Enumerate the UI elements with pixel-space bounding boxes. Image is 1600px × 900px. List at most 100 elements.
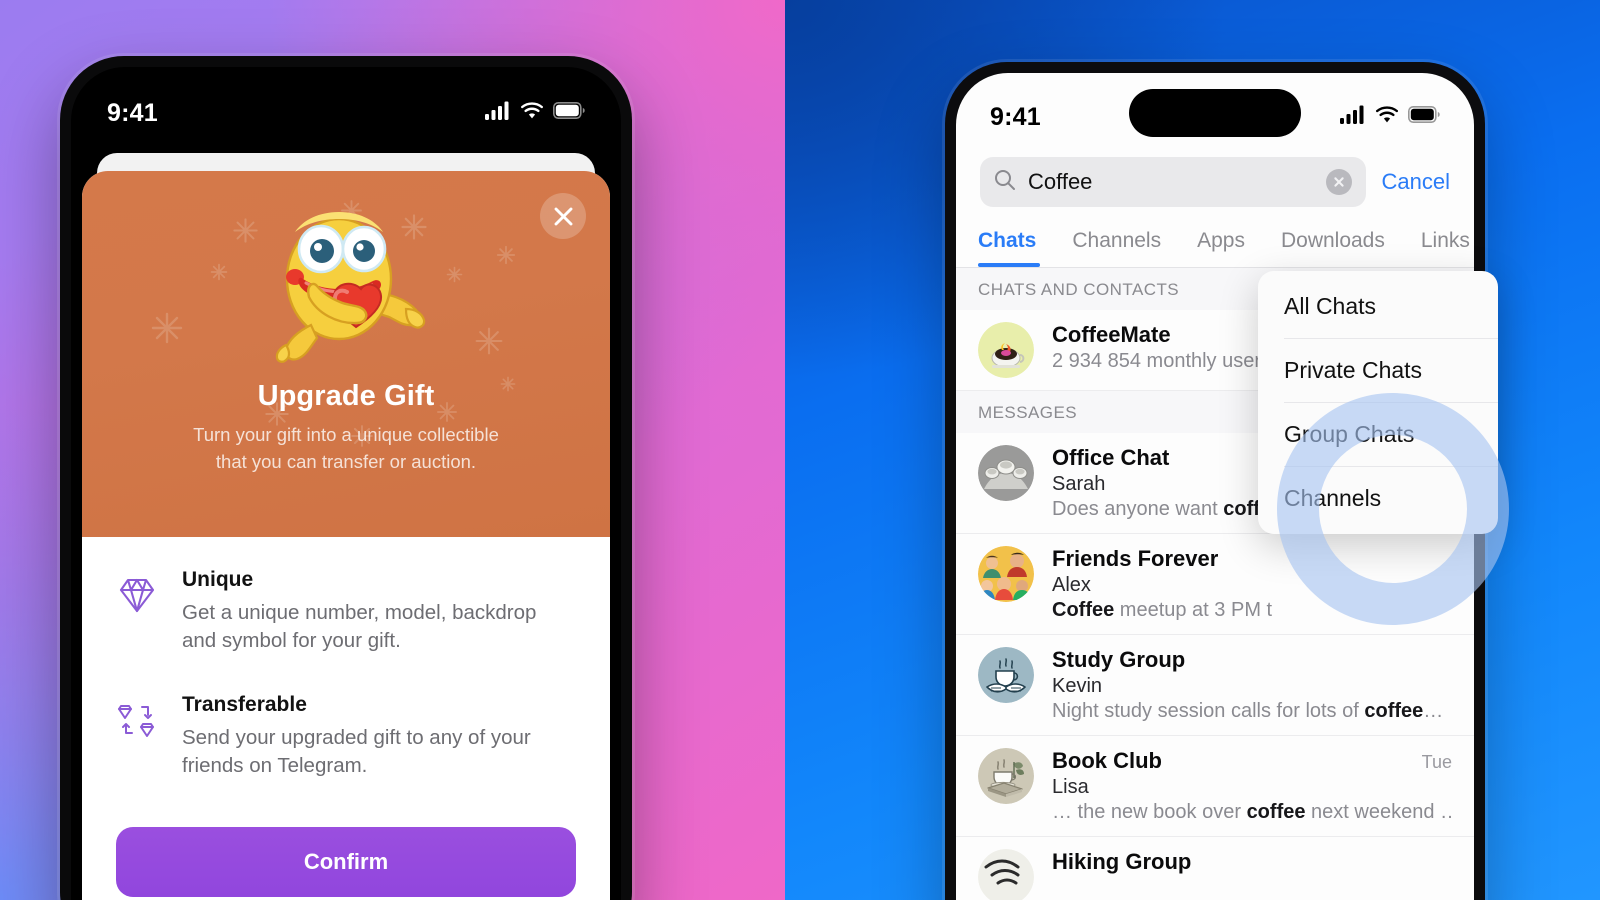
list-item-message: Coffee meetup at 3 PM t bbox=[1052, 599, 1452, 622]
feature-item-transferable: Transferable Send your upgraded gift to … bbox=[116, 692, 576, 781]
msg-post: … bbox=[1423, 700, 1444, 722]
snowflake-decoration-icon bbox=[446, 266, 463, 283]
split-screenshot-stage: 9:41 Upgrade Gift Turn your gift into a … bbox=[0, 0, 1600, 900]
left-status-bar: 9:41 bbox=[71, 67, 621, 145]
list-item-body: Hiking Group bbox=[1052, 849, 1452, 875]
status-icons bbox=[485, 101, 585, 125]
battery-icon bbox=[1408, 106, 1440, 128]
snowflake-decoration-icon bbox=[150, 311, 184, 345]
msg-pre: … the new book over bbox=[1052, 801, 1247, 823]
list-item-title: Book Club bbox=[1052, 748, 1162, 773]
cellular-signal-icon bbox=[1340, 105, 1366, 129]
snowflake-decoration-icon bbox=[436, 401, 458, 423]
cup-and-book-avatar bbox=[978, 647, 1034, 703]
list-item-sender: Kevin bbox=[1052, 675, 1103, 697]
tab-links[interactable]: Links bbox=[1403, 229, 1474, 267]
snowflake-decoration-icon bbox=[500, 376, 516, 392]
list-item[interactable]: Hiking Group bbox=[956, 837, 1474, 900]
dropdown-item-channels[interactable]: Channels bbox=[1258, 467, 1498, 530]
snowflake-decoration-icon bbox=[474, 326, 504, 356]
diamond-icon bbox=[116, 567, 162, 656]
snowflake-decoration-icon bbox=[210, 263, 228, 281]
list-item-message: … the new book over coffee next weekend … bbox=[1052, 801, 1452, 824]
list-item-body: Study Group Kevin Night study session ca… bbox=[1052, 647, 1452, 723]
list-item-message: Night study session calls for lots of co… bbox=[1052, 700, 1452, 723]
list-item-title: Study Group bbox=[1052, 647, 1186, 672]
feature-item-unique: Unique Get a unique number, model, backd… bbox=[116, 567, 576, 656]
list-item-sender: Lisa bbox=[1052, 776, 1089, 798]
wifi-icon bbox=[520, 101, 544, 125]
page-title: Upgrade Gift bbox=[257, 380, 435, 412]
left-phone-screen: 9:41 Upgrade Gift Turn your gift into a … bbox=[71, 67, 621, 900]
gift-hero-header: Upgrade Gift Turn your gift into a uniqu… bbox=[82, 171, 610, 537]
list-item-header: Hiking Group bbox=[1052, 849, 1452, 875]
feature-description: Get a unique number, model, backdrop and… bbox=[182, 601, 537, 653]
hero-subtitle-line2: that you can transfer or auction. bbox=[215, 450, 477, 472]
msg-pre: Night study session calls for lots of bbox=[1052, 700, 1365, 722]
msg-highlight: coffee bbox=[1246, 801, 1306, 823]
list-item-body: Friends Forever Alex Coffee meetup at 3 … bbox=[1052, 546, 1452, 622]
search-icon bbox=[994, 169, 1016, 196]
friends-group-avatar bbox=[978, 546, 1034, 602]
transfer-gems-icon bbox=[116, 692, 162, 781]
dropdown-item-group-chats[interactable]: Group Chats bbox=[1258, 403, 1498, 466]
list-item-header: Friends Forever bbox=[1052, 546, 1452, 572]
msg-post: next weekend … bbox=[1305, 801, 1452, 823]
status-time: 9:41 bbox=[107, 98, 158, 127]
list-item[interactable]: Book Club Tue Lisa … the new book over c… bbox=[956, 736, 1474, 837]
feature-description: Send your upgraded gift to any of your f… bbox=[182, 725, 531, 778]
confirm-button[interactable]: Confirm bbox=[116, 826, 576, 897]
msg-highlight: coffee bbox=[1364, 700, 1424, 722]
search-input-value: Coffee bbox=[1028, 169, 1093, 194]
list-item-body: Book Club Tue Lisa … the new book over c… bbox=[1052, 748, 1452, 824]
right-promo-panel: 9:41 Coffee Cancel Chats Channels Apps D… bbox=[785, 0, 1600, 900]
yellow-blob-hugging-heart-emoji bbox=[251, 197, 441, 372]
hero-subtitle: Turn your gift into a unique collectible… bbox=[193, 422, 499, 476]
tab-apps[interactable]: Apps bbox=[1179, 229, 1263, 267]
clear-circle-icon[interactable] bbox=[1325, 169, 1352, 195]
dropdown-item-private-chats[interactable]: Private Chats bbox=[1258, 339, 1498, 402]
search-bar-row: Coffee Cancel bbox=[956, 157, 1474, 207]
search-input[interactable]: Coffee bbox=[980, 157, 1366, 207]
upgrade-gift-sheet: Upgrade Gift Turn your gift into a uniqu… bbox=[82, 171, 610, 900]
list-item[interactable]: Friends Forever Alex Coffee meetup at 3 … bbox=[956, 534, 1474, 635]
battery-icon bbox=[553, 102, 585, 124]
feature-title: Transferable bbox=[182, 692, 307, 716]
left-promo-panel: 9:41 Upgrade Gift Turn your gift into a … bbox=[0, 0, 785, 900]
wifi-icon bbox=[1375, 105, 1399, 129]
status-time: 9:41 bbox=[990, 102, 1041, 131]
tab-channels[interactable]: Channels bbox=[1054, 229, 1179, 267]
list-item-header: Book Club Tue bbox=[1052, 748, 1452, 774]
msg-pre: Does anyone want bbox=[1052, 498, 1224, 520]
list-item-time: Tue bbox=[1421, 752, 1452, 772]
right-status-bar: 9:41 bbox=[956, 73, 1474, 151]
snowflake-decoration-icon bbox=[496, 245, 516, 265]
coffee-cup-avatar bbox=[978, 322, 1034, 378]
chat-filter-dropdown[interactable]: All Chats Private Chats Group Chats Chan… bbox=[1258, 271, 1498, 534]
feature-title: Unique bbox=[182, 568, 254, 591]
confirm-button-wrap: Confirm bbox=[82, 817, 610, 897]
list-item-title: Friends Forever bbox=[1052, 546, 1219, 571]
left-phone-frame: 9:41 Upgrade Gift Turn your gift into a … bbox=[60, 56, 632, 900]
three-cups-avatar bbox=[978, 445, 1034, 501]
search-result-tabs: Chats Channels Apps Downloads Links bbox=[956, 229, 1474, 267]
book-stack-cup-avatar bbox=[978, 748, 1034, 804]
cancel-button[interactable]: Cancel bbox=[1382, 169, 1450, 195]
list-item-title: Office Chat bbox=[1052, 445, 1170, 470]
msg-post: meetup at 3 PM t bbox=[1114, 599, 1273, 621]
feature-list: Unique Get a unique number, model, backd… bbox=[82, 537, 610, 781]
list-item-header: Study Group bbox=[1052, 647, 1452, 673]
list-item[interactable]: Study Group Kevin Night study session ca… bbox=[956, 635, 1474, 736]
tab-downloads[interactable]: Downloads bbox=[1263, 229, 1403, 267]
msg-highlight: Coffee bbox=[1052, 599, 1115, 621]
dynamic-island bbox=[1129, 89, 1301, 137]
cellular-signal-icon bbox=[485, 101, 511, 125]
close-icon[interactable] bbox=[540, 193, 586, 239]
status-icons bbox=[1340, 105, 1440, 129]
tab-chats[interactable]: Chats bbox=[978, 229, 1054, 267]
dropdown-item-all-chats[interactable]: All Chats bbox=[1258, 275, 1498, 338]
list-item-title: Hiking Group bbox=[1052, 849, 1192, 874]
hero-subtitle-line1: Turn your gift into a unique collectible bbox=[193, 424, 499, 445]
list-item-title: CoffeeMate bbox=[1052, 322, 1171, 347]
list-item-sender: Alex bbox=[1052, 574, 1091, 596]
